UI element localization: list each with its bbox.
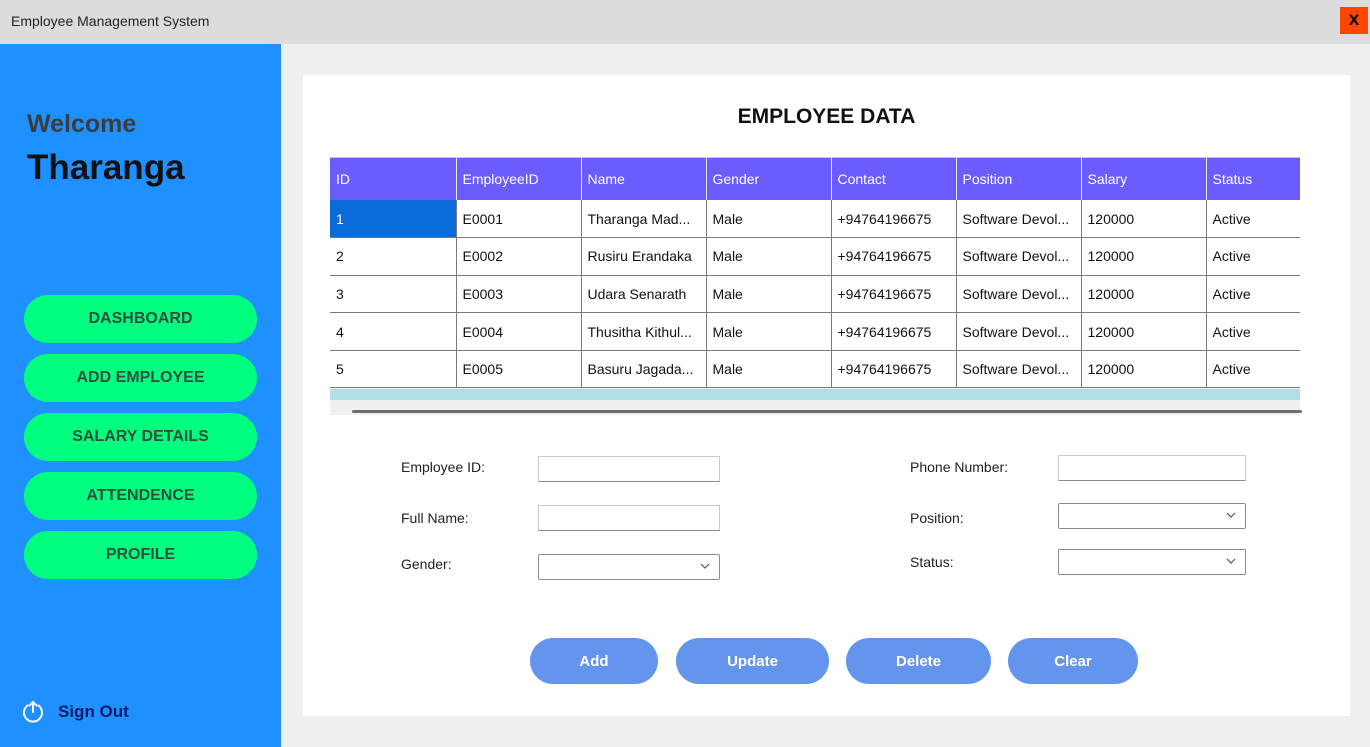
table-cell[interactable]: 5 (330, 350, 456, 389)
full-name-input[interactable] (538, 505, 720, 531)
table-cell[interactable]: Udara Senarath (580, 275, 706, 314)
salary-details-button[interactable]: SALARY DETAILS (24, 413, 257, 461)
table-cell[interactable]: +94764196675 (830, 200, 956, 239)
column-header-position[interactable]: Position (955, 158, 1081, 200)
table-cell[interactable]: Active (1205, 312, 1300, 351)
sign-out-label: Sign Out (58, 702, 129, 721)
table-cell[interactable]: Male (705, 350, 831, 389)
table-cell[interactable]: Software Devol... (955, 237, 1081, 276)
table-cell[interactable]: Thusitha Kithul... (580, 312, 706, 351)
table-cell[interactable]: 120000 (1080, 312, 1206, 351)
table-cell[interactable]: +94764196675 (830, 312, 956, 351)
column-header-gender[interactable]: Gender (705, 158, 831, 200)
table-cell[interactable]: E0005 (455, 350, 581, 389)
chevron-down-icon (1226, 558, 1236, 564)
table-cell[interactable]: 1 (330, 200, 456, 239)
table-cell[interactable]: 2 (330, 237, 456, 276)
table-cell[interactable]: Male (705, 200, 831, 239)
table-cell[interactable]: Software Devol... (955, 275, 1081, 314)
update-button[interactable]: Update (676, 638, 829, 684)
position-select[interactable] (1058, 503, 1246, 529)
table-cell[interactable]: Rusiru Erandaka (580, 237, 706, 276)
phone-number-input[interactable] (1058, 455, 1246, 481)
employee-table[interactable]: ID EmployeeID Name Gender Contact Positi… (330, 157, 1302, 415)
table-cell[interactable]: 120000 (1080, 350, 1206, 389)
column-header-id[interactable]: ID (330, 158, 456, 200)
table-cell[interactable]: E0003 (455, 275, 581, 314)
table-cell[interactable]: +94764196675 (830, 237, 956, 276)
table-cell[interactable]: 3 (330, 275, 456, 314)
table-cell[interactable]: Tharanga Mad... (580, 200, 706, 239)
table-cell[interactable]: +94764196675 (830, 275, 956, 314)
chevron-down-icon (1226, 512, 1236, 518)
table-cell[interactable]: Male (705, 275, 831, 314)
column-header-status[interactable]: Status (1205, 158, 1300, 200)
table-row[interactable]: 5 E0005 Basuru Jagada... Male +947641966… (330, 350, 1300, 389)
window-title: Employee Management System (11, 13, 210, 29)
table-cell[interactable]: +94764196675 (830, 350, 956, 389)
table-row[interactable]: 4 E0004 Thusitha Kithul... Male +9476419… (330, 312, 1300, 351)
employee-id-input[interactable] (538, 456, 720, 482)
page-title: EMPLOYEE DATA (737, 105, 916, 128)
table-header-row: ID EmployeeID Name Gender Contact Positi… (330, 158, 1300, 200)
column-header-name[interactable]: Name (580, 158, 706, 200)
table-cell[interactable]: E0004 (455, 312, 581, 351)
employee-id-label: Employee ID: (401, 459, 486, 475)
chevron-down-icon (700, 563, 710, 569)
table-empty-area (330, 389, 1300, 400)
profile-button[interactable]: PROFILE (24, 531, 257, 579)
table-cell[interactable]: 120000 (1080, 200, 1206, 239)
table-cell[interactable]: Active (1205, 275, 1300, 314)
full-name-label: Full Name: (401, 510, 469, 526)
table-cell[interactable]: 120000 (1080, 275, 1206, 314)
horizontal-scrollbar[interactable] (352, 410, 1302, 413)
add-button[interactable]: Add (530, 638, 658, 684)
table-cell[interactable]: Male (705, 237, 831, 276)
table-cell[interactable]: Male (705, 312, 831, 351)
position-label: Position: (910, 510, 964, 526)
phone-number-label: Phone Number: (910, 459, 1009, 475)
dashboard-button[interactable]: DASHBOARD (24, 295, 257, 343)
table-cell[interactable]: Active (1205, 237, 1300, 276)
column-header-employeeid[interactable]: EmployeeID (455, 158, 581, 200)
employee-table-grid: ID EmployeeID Name Gender Contact Positi… (330, 158, 1300, 389)
table-cell[interactable]: E0002 (455, 237, 581, 276)
table-cell[interactable]: Software Devol... (955, 312, 1081, 351)
employee-panel: EMPLOYEE DATA ID EmployeeID Name Gender … (303, 75, 1350, 716)
table-cell[interactable]: Active (1205, 350, 1300, 389)
table-cell[interactable]: 120000 (1080, 237, 1206, 276)
welcome-text: Welcome (27, 110, 137, 138)
table-cell[interactable]: Basuru Jagada... (580, 350, 706, 389)
column-header-contact[interactable]: Contact (830, 158, 956, 200)
table-row[interactable]: 1 E0001 Tharanga Mad... Male +9476419667… (330, 200, 1300, 239)
gender-select[interactable] (538, 554, 720, 580)
sidebar: Welcome Tharanga DASHBOARD ADD EMPLOYEE … (0, 44, 281, 747)
table-cell[interactable]: E0001 (455, 200, 581, 239)
status-select[interactable] (1058, 549, 1246, 575)
attendence-button[interactable]: ATTENDENCE (24, 472, 257, 520)
delete-button[interactable]: Delete (846, 638, 991, 684)
username: Tharanga (27, 148, 185, 187)
power-icon (23, 701, 43, 723)
clear-button[interactable]: Clear (1008, 638, 1138, 684)
add-employee-button[interactable]: ADD EMPLOYEE (24, 354, 257, 402)
table-row[interactable]: 3 E0003 Udara Senarath Male +94764196675… (330, 275, 1300, 314)
column-header-salary[interactable]: Salary (1080, 158, 1206, 200)
status-label: Status: (910, 554, 954, 570)
sign-out-button[interactable]: Sign Out (20, 699, 129, 725)
table-row[interactable]: 2 E0002 Rusiru Erandaka Male +9476419667… (330, 237, 1300, 276)
table-cell[interactable]: Active (1205, 200, 1300, 239)
table-cell[interactable]: Software Devol... (955, 350, 1081, 389)
gender-label: Gender: (401, 556, 452, 572)
table-cell[interactable]: Software Devol... (955, 200, 1081, 239)
title-bar: Employee Management System X (0, 0, 1370, 44)
table-cell[interactable]: 4 (330, 312, 456, 351)
close-button[interactable]: X (1340, 7, 1368, 34)
